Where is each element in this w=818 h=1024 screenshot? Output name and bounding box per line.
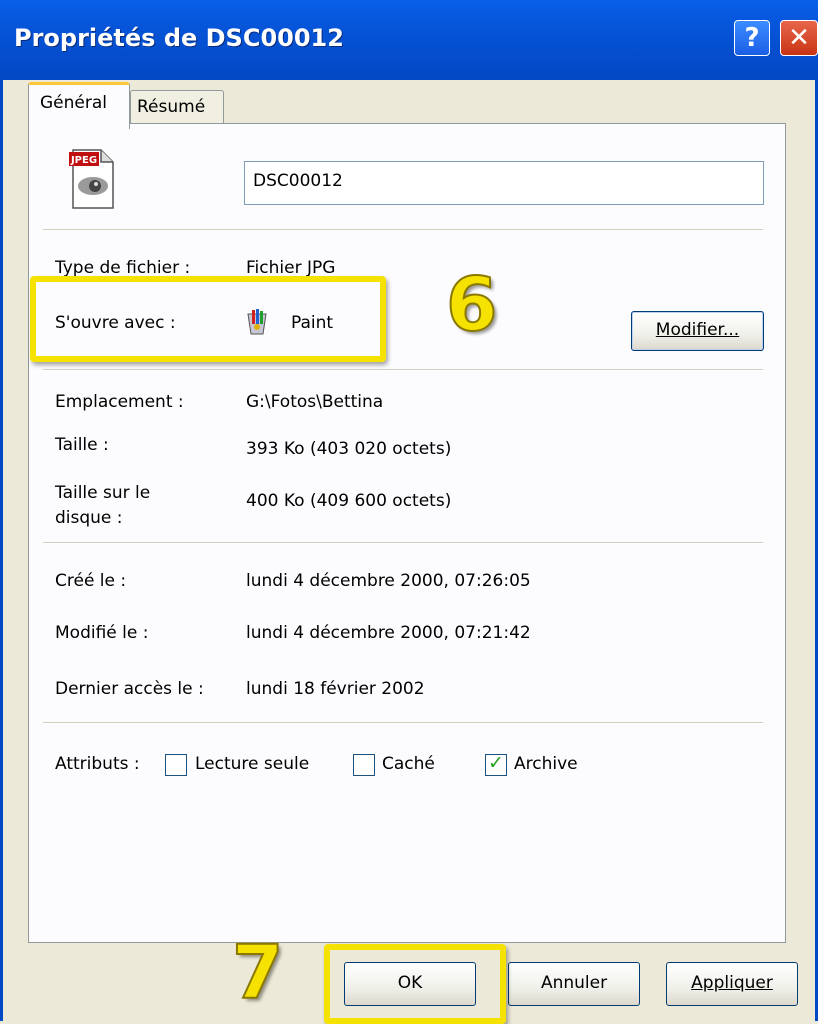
location-label: Emplacement : — [55, 392, 184, 412]
general-panel: JPEG DSC00012 Type de fichier : Fichier … — [28, 123, 786, 943]
highlight-ok-button — [324, 944, 506, 1024]
tab-general[interactable]: Général — [28, 82, 130, 129]
modify-button[interactable]: Modifier... — [631, 311, 764, 351]
type-value: Fichier JPG — [246, 258, 336, 278]
modified-label: Modifié le : — [55, 623, 149, 643]
archive-checkbox[interactable] — [485, 752, 507, 776]
accessed-label: Dernier accès le : — [55, 679, 204, 699]
cancel-button[interactable]: Annuler — [508, 962, 640, 1006]
hidden-label[interactable]: Caché — [382, 754, 435, 774]
tab-resume[interactable]: Résumé — [130, 90, 224, 123]
readonly-checkbox[interactable] — [165, 754, 187, 776]
jpeg-file-icon: JPEG — [69, 149, 114, 209]
apply-button[interactable]: Appliquer — [666, 962, 798, 1006]
divider — [43, 542, 763, 544]
divider — [43, 722, 763, 724]
created-label: Créé le : — [55, 571, 127, 591]
disk-size-value: 400 Ko (409 600 octets) — [246, 491, 452, 511]
filename-input[interactable]: DSC00012 — [244, 161, 764, 205]
attributes-label: Attributs : — [55, 754, 140, 774]
apply-button-label: Appliquer — [691, 973, 773, 993]
disk-size-label-2: disque : — [55, 508, 123, 528]
created-value: lundi 4 décembre 2000, 07:26:05 — [246, 571, 531, 591]
annotation-step-7: 7 — [231, 929, 284, 1017]
divider — [43, 369, 763, 371]
tab-general-label: Général — [40, 93, 107, 113]
help-button[interactable]: ? — [734, 20, 770, 56]
readonly-label[interactable]: Lecture seule — [195, 754, 309, 774]
disk-size-label-1: Taille sur le — [55, 483, 151, 503]
location-value: G:\Fotos\Bettina — [246, 392, 384, 412]
type-label: Type de fichier : — [55, 258, 191, 278]
archive-label[interactable]: Archive — [514, 754, 578, 774]
modify-button-label: Modifier... — [655, 320, 740, 340]
jpeg-badge-text: JPEG — [70, 155, 97, 166]
close-button[interactable]: ✕ — [780, 20, 818, 56]
annotation-step-6: 6 — [445, 261, 498, 349]
window-title: Propriétés de DSC00012 — [14, 24, 344, 52]
title-bar[interactable]: Propriétés de DSC00012 ? ✕ — [0, 0, 818, 80]
size-label: Taille : — [55, 435, 109, 455]
divider — [43, 229, 763, 231]
accessed-value: lundi 18 février 2002 — [246, 679, 425, 699]
highlight-opens-with — [30, 276, 386, 362]
modified-value: lundi 4 décembre 2000, 07:21:42 — [246, 623, 531, 643]
tab-resume-label: Résumé — [137, 97, 206, 117]
hidden-checkbox[interactable] — [353, 754, 375, 776]
size-value: 393 Ko (403 020 octets) — [246, 439, 452, 459]
cancel-button-label: Annuler — [540, 973, 608, 993]
